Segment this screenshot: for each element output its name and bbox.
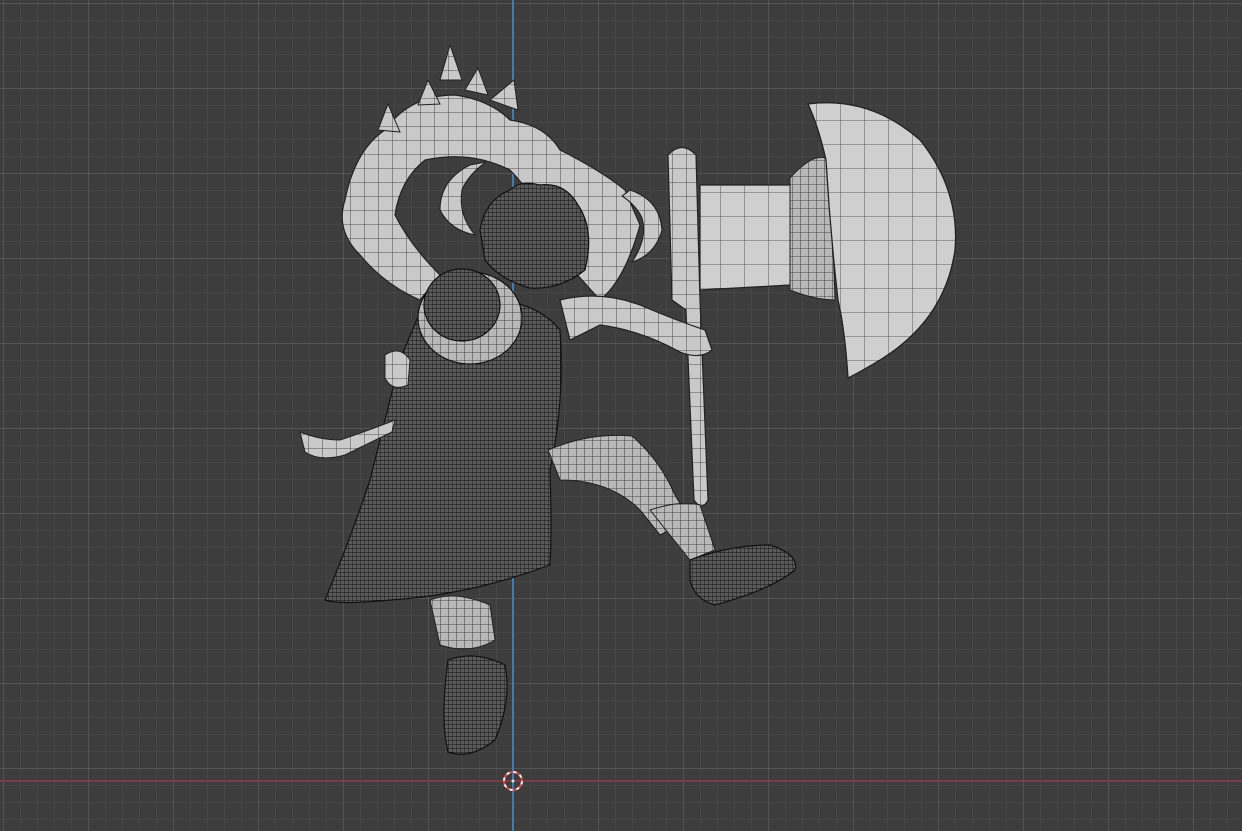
3d-viewport[interactable]: [0, 0, 1242, 831]
wireframe-model[interactable]: [0, 0, 1242, 831]
axe-socket: [699, 184, 796, 291]
right-leg[interactable]: [547, 434, 716, 561]
axe[interactable]: [667, 102, 957, 507]
left-hand: [384, 350, 411, 388]
3d-cursor-icon[interactable]: [501, 769, 525, 793]
left-boot[interactable]: [443, 655, 508, 755]
hair: [479, 182, 590, 289]
left-leg[interactable]: [429, 595, 496, 650]
hat[interactable]: [417, 268, 523, 365]
